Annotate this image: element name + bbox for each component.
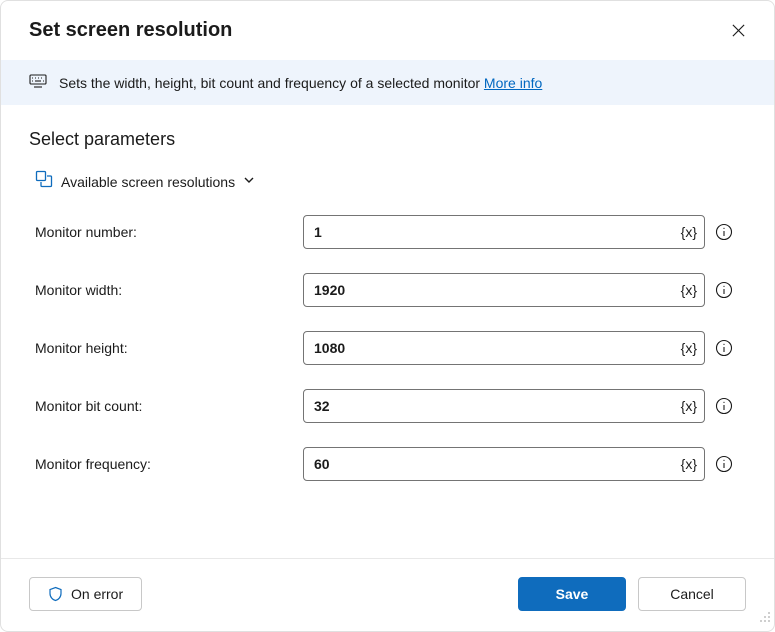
close-button[interactable] xyxy=(727,19,750,42)
resize-grip-icon[interactable] xyxy=(758,610,772,629)
dialog-content: Select parameters Available screen resol… xyxy=(1,105,774,558)
dialog-footer: On error Save Cancel xyxy=(1,558,774,631)
field-input-wrap: {x} xyxy=(303,447,705,481)
info-banner-text: Sets the width, height, bit count and fr… xyxy=(59,75,542,91)
variables-icon xyxy=(35,170,53,193)
shield-icon xyxy=(48,586,63,602)
field-monitor-number: Monitor number: {x} xyxy=(35,215,746,249)
info-banner: Sets the width, height, bit count and fr… xyxy=(1,60,774,105)
chevron-down-icon xyxy=(243,173,255,191)
info-icon xyxy=(715,455,733,473)
field-info-button[interactable] xyxy=(715,223,733,241)
field-input-wrap: {x} xyxy=(303,215,705,249)
info-icon xyxy=(715,339,733,357)
section-title: Select parameters xyxy=(29,129,746,150)
monitor-number-input[interactable] xyxy=(303,215,705,249)
field-label: Monitor number: xyxy=(35,224,303,240)
field-monitor-height: Monitor height: {x} xyxy=(35,331,746,365)
monitor-frequency-input[interactable] xyxy=(303,447,705,481)
cancel-label: Cancel xyxy=(670,586,714,602)
save-label: Save xyxy=(556,586,589,602)
info-icon xyxy=(715,397,733,415)
set-screen-resolution-dialog: Set screen resolution Sets the width, he… xyxy=(0,0,775,632)
cancel-button[interactable]: Cancel xyxy=(638,577,746,611)
field-input-wrap: {x} xyxy=(303,389,705,423)
on-error-button[interactable]: On error xyxy=(29,577,142,611)
close-icon xyxy=(731,23,746,38)
save-button[interactable]: Save xyxy=(518,577,626,611)
field-monitor-width: Monitor width: {x} xyxy=(35,273,746,307)
field-label: Monitor bit count: xyxy=(35,398,303,414)
field-label: Monitor height: xyxy=(35,340,303,356)
variables-label: Available screen resolutions xyxy=(61,174,235,190)
variable-picker-button[interactable]: {x} xyxy=(681,398,697,414)
field-input-wrap: {x} xyxy=(303,331,705,365)
monitor-bit-count-input[interactable] xyxy=(303,389,705,423)
variable-picker-button[interactable]: {x} xyxy=(681,224,697,240)
field-monitor-bit-count: Monitor bit count: {x} xyxy=(35,389,746,423)
info-icon xyxy=(715,223,733,241)
action-icon xyxy=(29,74,47,91)
more-info-link[interactable]: More info xyxy=(484,75,542,91)
monitor-width-input[interactable] xyxy=(303,273,705,307)
field-info-button[interactable] xyxy=(715,339,733,357)
field-input-wrap: {x} xyxy=(303,273,705,307)
field-label: Monitor width: xyxy=(35,282,303,298)
variable-picker-button[interactable]: {x} xyxy=(681,340,697,356)
dialog-header: Set screen resolution xyxy=(1,1,774,60)
on-error-label: On error xyxy=(71,586,123,602)
field-monitor-frequency: Monitor frequency: {x} xyxy=(35,447,746,481)
variable-picker-button[interactable]: {x} xyxy=(681,282,697,298)
field-info-button[interactable] xyxy=(715,455,733,473)
field-info-button[interactable] xyxy=(715,281,733,299)
dialog-title: Set screen resolution xyxy=(29,19,232,42)
variables-toggle[interactable]: Available screen resolutions xyxy=(35,170,746,193)
field-label: Monitor frequency: xyxy=(35,456,303,472)
variable-picker-button[interactable]: {x} xyxy=(681,456,697,472)
monitor-height-input[interactable] xyxy=(303,331,705,365)
field-info-button[interactable] xyxy=(715,397,733,415)
info-icon xyxy=(715,281,733,299)
